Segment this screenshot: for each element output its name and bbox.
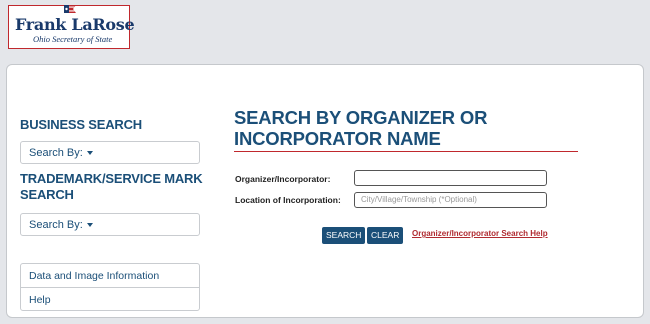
logo-subtitle: Ohio Secretary of State	[33, 34, 113, 44]
business-search-by-dropdown[interactable]: Search By:	[20, 141, 200, 164]
help-link[interactable]: Help	[21, 287, 199, 310]
organizer-input[interactable]	[354, 170, 547, 186]
organizer-label: Organizer/Incorporator:	[235, 174, 331, 184]
caret-down-icon	[86, 151, 93, 156]
trademark-search-heading: TRADEMARK/SERVICE MARK SEARCH	[20, 171, 203, 202]
search-help-link[interactable]: Organizer/Incorporator Search Help	[412, 229, 548, 238]
site-logo[interactable]: Frank LaRose Ohio Secretary of State	[8, 5, 135, 49]
business-search-heading: BUSINESS SEARCH	[20, 117, 142, 132]
page-title: SEARCH BY ORGANIZER OR INCORPORATOR NAME	[234, 107, 488, 149]
search-button[interactable]: SEARCH	[322, 227, 366, 244]
sidebar-links: Data and Image Information Help	[20, 263, 200, 311]
location-input[interactable]: City/Village/Township (*Optional)	[354, 192, 547, 208]
caret-down-icon	[86, 223, 93, 228]
clear-button[interactable]: CLEAR	[367, 227, 404, 244]
ohio-flag-icon	[64, 5, 76, 13]
logo-name: Frank LaRose	[15, 15, 135, 34]
location-label: Location of Incorporation:	[235, 195, 341, 205]
trademark-dropdown-label: Search By:	[29, 219, 83, 231]
trademark-search-by-dropdown[interactable]: Search By:	[20, 213, 200, 236]
data-and-image-information-link[interactable]: Data and Image Information	[21, 264, 199, 287]
title-divider	[234, 151, 578, 152]
content-card: BUSINESS SEARCH Search By: TRADEMARK/SER…	[6, 64, 644, 318]
business-dropdown-label: Search By:	[29, 147, 83, 159]
